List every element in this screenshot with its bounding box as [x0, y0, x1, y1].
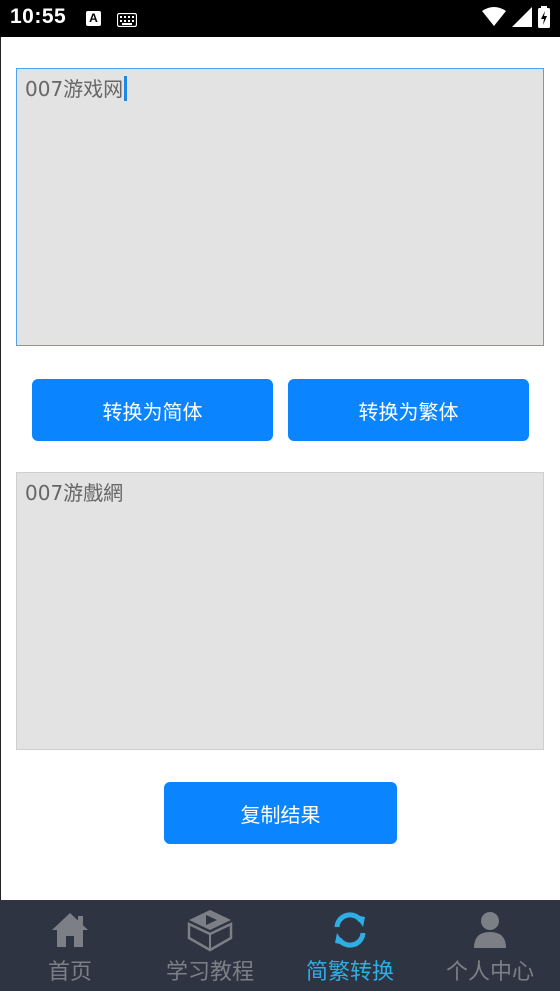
input-text: 007游戏网 — [25, 77, 124, 101]
home-icon — [50, 908, 90, 952]
user-icon — [472, 908, 508, 952]
copy-result-button[interactable]: 复制结果 — [164, 782, 397, 844]
text-cursor — [124, 76, 128, 101]
result-text: 007游戲網 — [25, 481, 124, 505]
book-play-icon — [187, 908, 233, 952]
keyboard-icon — [116, 12, 138, 31]
wifi-icon — [482, 7, 506, 31]
convert-to-traditional-button[interactable]: 转换为繁体 — [288, 379, 529, 441]
result-textarea[interactable]: 007游戲網 — [16, 472, 544, 750]
accessibility-notification-icon: A — [86, 11, 101, 26]
nav-label-profile: 个人中心 — [445, 960, 534, 985]
bottom-nav: 首页 学习教程 简繁转换 个人中心 — [0, 900, 560, 991]
nav-label-converter: 简繁转换 — [305, 960, 394, 985]
convert-to-simplified-button[interactable]: 转换为简体 — [32, 379, 273, 441]
nav-label-tutorials: 学习教程 — [165, 960, 254, 985]
cell-signal-icon — [512, 7, 532, 31]
nav-item-home[interactable]: 首页 — [0, 900, 140, 991]
nav-item-tutorials[interactable]: 学习教程 — [140, 900, 280, 991]
status-bar: 10:55 A — [0, 0, 560, 37]
nav-item-profile[interactable]: 个人中心 — [420, 900, 560, 991]
nav-label-home: 首页 — [47, 960, 92, 985]
battery-icon — [538, 6, 550, 32]
sync-icon — [331, 908, 369, 952]
input-textarea[interactable]: 007游戏网 — [16, 68, 544, 346]
nav-item-converter[interactable]: 简繁转换 — [280, 900, 420, 991]
status-time: 10:55 — [10, 5, 67, 28]
screen-edge — [0, 37, 1, 900]
